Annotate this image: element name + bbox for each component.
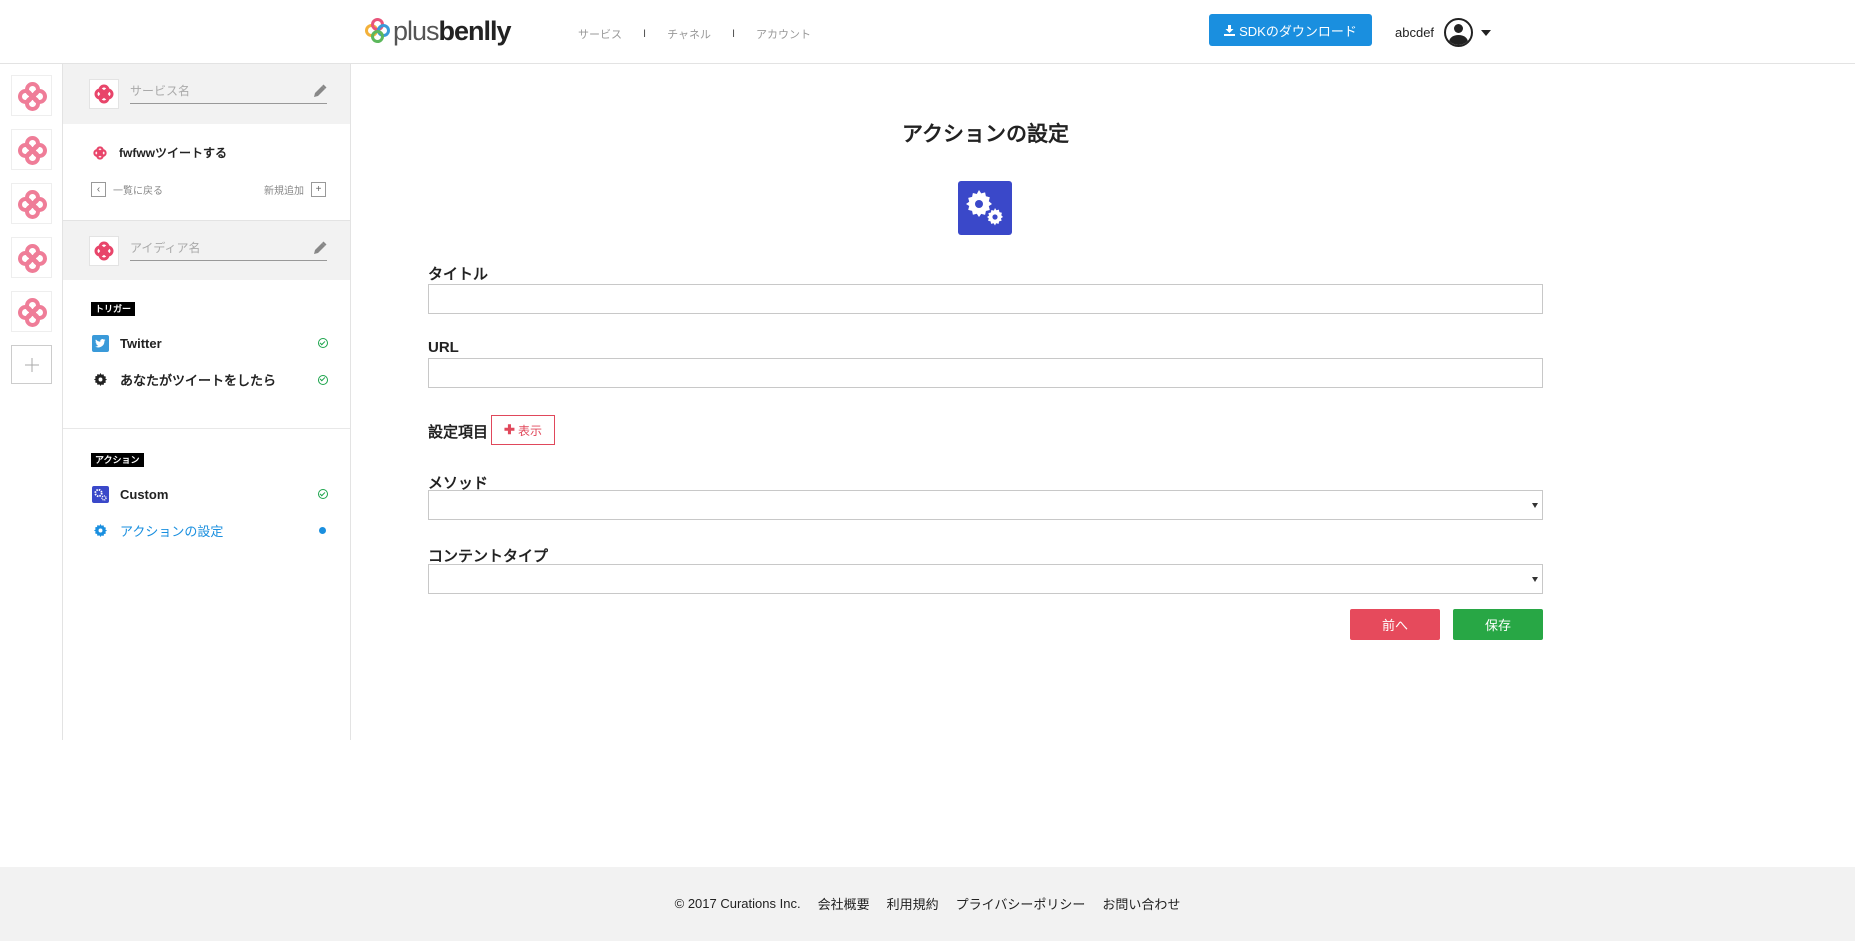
nav-separator: I [643, 28, 647, 40]
check-circle-icon [318, 338, 328, 348]
service-title-label: fwfwwツイートする [119, 146, 227, 160]
settings-label: 設定項目 [428, 424, 489, 441]
step-action-settings[interactable]: アクションの設定 [91, 521, 328, 540]
knot-icon [17, 135, 47, 165]
user-menu[interactable]: abcdef [1395, 18, 1492, 47]
avatar-icon [1444, 18, 1474, 47]
action-section-tag: アクション [91, 453, 144, 467]
step-label: アクションの設定 [120, 524, 224, 539]
footer-link-terms[interactable]: 利用規約 [887, 894, 939, 913]
service-name-input[interactable] [130, 78, 327, 104]
copyright: © 2017 Curations Inc. [674, 895, 801, 911]
idea-name-block [63, 220, 350, 280]
content-type-select[interactable] [428, 564, 1543, 594]
dropdown-arrow-icon [1532, 502, 1538, 508]
page-title: アクションの設定 [902, 123, 1069, 146]
service-name-block [63, 64, 350, 124]
knot-icon [17, 189, 47, 219]
caret-down-icon [1481, 29, 1492, 36]
page-footer: © 2017 Curations Inc. 会社概要 利用規約 プライバシーポリ… [0, 867, 1855, 941]
trigger-section-tag: トリガー [91, 302, 136, 316]
plusbenlly-logo[interactable]: plusbenlly [365, 15, 512, 47]
rail-service-item[interactable] [11, 75, 52, 116]
rail-service-item[interactable] [11, 183, 52, 224]
custom-gears-icon [91, 485, 109, 503]
sdk-download-label: SDKのダウンロード [1239, 23, 1357, 39]
knot-icon [17, 243, 47, 273]
logo-text-plus: plus [393, 16, 440, 46]
add-service-button[interactable] [11, 345, 52, 384]
check-circle-icon [318, 374, 328, 385]
show-settings-button[interactable]: ✚ 表示 [491, 415, 555, 445]
service-knot-icon [93, 145, 107, 160]
service-sidebar: fwfwwツイートする ‹ 一覧に戻る 新規追加 + トリガー Twitter … [63, 64, 351, 740]
url-input[interactable] [428, 358, 1543, 388]
pencil-icon[interactable] [313, 241, 327, 255]
service-title: fwfwwツイートする [93, 144, 227, 161]
idea-knot-icon [89, 236, 119, 266]
step-custom[interactable]: Custom [91, 485, 328, 503]
footer-link-contact[interactable]: お問い合わせ [1102, 894, 1180, 913]
step-label: Custom [120, 486, 169, 502]
title-label: タイトル [428, 266, 489, 283]
step-tweet-trigger[interactable]: あなたがツイートをしたら [91, 370, 328, 389]
dropdown-arrow-icon [1532, 576, 1538, 582]
footer-link-privacy[interactable]: プライバシーポリシー [956, 894, 1086, 913]
prev-button[interactable]: 前へ [1350, 609, 1440, 640]
method-select[interactable] [428, 490, 1543, 520]
plus-icon: ✚ [504, 422, 515, 437]
username: abcdef [1395, 25, 1435, 40]
rail-service-item[interactable] [11, 237, 52, 278]
sdk-download-button[interactable]: SDKのダウンロード [1209, 14, 1372, 46]
plus-icon [24, 357, 39, 372]
url-label: URL [428, 339, 459, 356]
nav-separator: I [731, 28, 736, 40]
check-circle-icon [318, 489, 328, 499]
top-nav: サービス I チャネル I アカウント [578, 26, 811, 42]
knot-icon [17, 81, 47, 111]
plus-square-icon: + [311, 182, 326, 197]
section-divider [63, 428, 350, 429]
content-type-label: コンテントタイプ [428, 548, 549, 565]
service-knot-icon [89, 79, 119, 109]
nav-account[interactable]: アカウント [756, 26, 811, 42]
step-label: Twitter [120, 335, 162, 351]
save-button[interactable]: 保存 [1453, 609, 1543, 640]
knot-icon [17, 297, 47, 327]
back-to-list-link[interactable]: ‹ 一覧に戻る [91, 182, 163, 197]
nav-channels[interactable]: チャネル [667, 26, 711, 42]
logo-mark-icon [365, 18, 391, 44]
rail-service-item[interactable] [11, 291, 52, 332]
rail-service-item[interactable] [11, 129, 52, 170]
logo-text-benlly: benlly [438, 16, 512, 46]
pencil-icon[interactable] [313, 84, 327, 98]
top-header: plusbenlly サービス I チャネル I アカウント SDKのダウンロー… [0, 0, 1855, 64]
step-label: あなたがツイートをしたら [120, 373, 277, 388]
back-to-list-label: 一覧に戻る [113, 186, 163, 197]
footer-link-company[interactable]: 会社概要 [818, 894, 870, 913]
gear-icon [91, 522, 109, 540]
new-add-label: 新規追加 [264, 186, 304, 197]
idea-name-input[interactable] [130, 235, 327, 261]
title-input[interactable] [428, 284, 1543, 314]
service-rail [0, 64, 63, 740]
chevron-left-icon: ‹ [91, 182, 106, 197]
download-icon [1224, 24, 1236, 36]
gear-icon [91, 371, 109, 389]
twitter-icon [91, 334, 109, 352]
action-gears-icon [958, 181, 1012, 235]
current-step-dot [319, 527, 326, 534]
show-settings-label: 表示 [517, 423, 542, 438]
nav-services[interactable]: サービス [578, 26, 622, 42]
service-nav-row: ‹ 一覧に戻る 新規追加 + [91, 182, 326, 197]
new-add-link[interactable]: 新規追加 + [264, 182, 326, 197]
step-twitter[interactable]: Twitter [91, 334, 328, 352]
